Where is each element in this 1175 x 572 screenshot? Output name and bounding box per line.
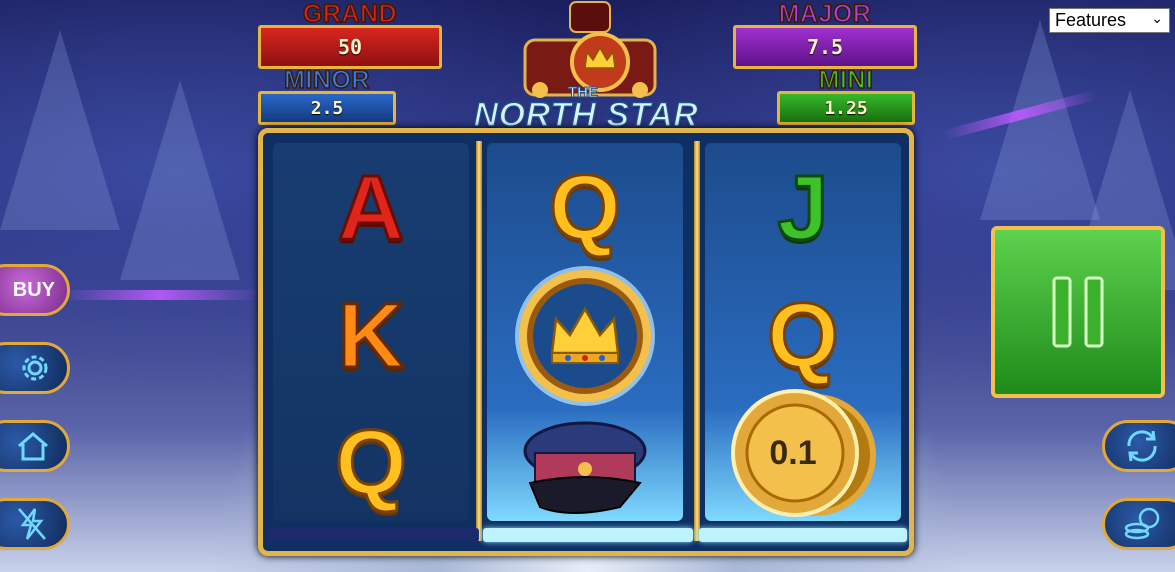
reel-symbol: Q (766, 285, 841, 387)
reel-divider (694, 141, 700, 541)
coin-value: 0.1 (769, 433, 817, 472)
settings-gear-icon (22, 355, 48, 381)
crown-scatter-icon (515, 266, 655, 406)
bet-coins-icon (1124, 507, 1160, 540)
reel-symbol: J (776, 157, 830, 259)
jackpot-minor: MINOR 2.5 (258, 65, 396, 125)
background-tree (0, 30, 120, 230)
features-select[interactable]: Features ⌄ (1049, 8, 1170, 33)
jackpot-mini: MINI 1.25 (777, 65, 915, 125)
chevron-down-icon: ⌄ (1151, 10, 1163, 26)
reel-1: A K Q (273, 143, 469, 521)
spin-pause-button[interactable] (991, 226, 1165, 398)
reel-symbol: K (336, 285, 405, 387)
reels-frame: A K Q Q J Q 0.1 (258, 128, 914, 556)
autoplay-button[interactable] (1102, 420, 1175, 472)
turbo-lightning-icon (18, 508, 46, 540)
buy-button[interactable]: BUY (0, 264, 70, 316)
autoplay-icon (1127, 430, 1157, 462)
reel-3: J Q 0.1 (705, 143, 901, 521)
reel-symbol (487, 406, 683, 526)
reel-symbol: Q (334, 412, 409, 514)
pause-icon (1052, 276, 1104, 348)
jackpot-major: MAJOR 7.5 (733, 0, 917, 69)
home-icon (18, 432, 48, 461)
bet-button[interactable] (1102, 498, 1175, 550)
reel-2: Q (487, 143, 683, 521)
game-title-prefix: THE (568, 84, 599, 102)
settings-button[interactable] (0, 342, 70, 394)
reel-2-progress-bar (483, 528, 693, 542)
buy-button-label: BUY (12, 278, 55, 301)
reel-3-progress-bar (699, 528, 907, 542)
features-select-value: Features (1055, 10, 1127, 30)
reel-symbol (487, 261, 683, 411)
reel-symbol: 0.1 (705, 383, 901, 523)
reel-symbol: A (336, 157, 405, 259)
jackpot-major-value: 7.5 (733, 25, 917, 69)
turbo-button[interactable] (0, 498, 70, 550)
conductor-hat-icon (523, 421, 647, 514)
jackpot-grand-value: 50 (258, 25, 442, 69)
reel-divider (476, 141, 482, 541)
jackpot-mini-value: 1.25 (777, 91, 915, 125)
jackpot-grand: GRAND 50 (258, 0, 442, 69)
reel-1-progress-bar (267, 528, 479, 542)
light-streak (60, 290, 260, 300)
reel-symbol: Q (548, 157, 623, 259)
background-tree (120, 80, 240, 280)
home-button[interactable] (0, 420, 70, 472)
jackpot-minor-value: 2.5 (258, 91, 396, 125)
